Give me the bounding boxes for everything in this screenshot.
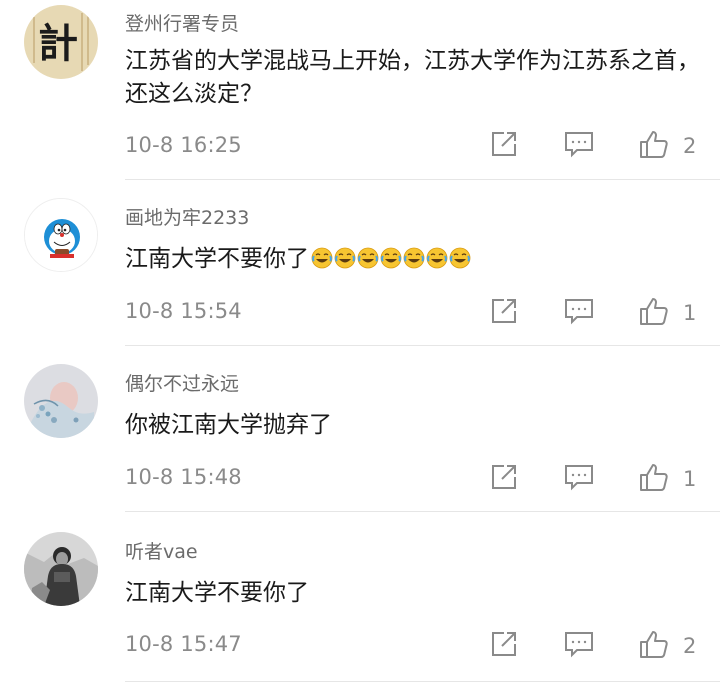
share-icon xyxy=(490,130,518,162)
reply-icon xyxy=(564,463,594,495)
comment-item: 計 登州行署专员 江苏省的大学混战马上开始，江苏大学作为江苏系之首，还这么淡定？… xyxy=(0,0,720,180)
share-button[interactable] xyxy=(490,630,518,662)
share-button[interactable] xyxy=(490,130,518,162)
share-icon xyxy=(490,630,518,662)
username[interactable]: 登州行署专员 xyxy=(125,9,239,36)
share-icon xyxy=(490,463,518,495)
emoji-row xyxy=(311,246,472,279)
comment-text-content: 江南大学不要你了 xyxy=(125,246,309,272)
avatar-calligraphy-glyph: 計 xyxy=(38,20,78,67)
like-button[interactable]: 2 xyxy=(639,629,696,663)
like-button[interactable]: 1 xyxy=(639,296,696,330)
comment-text: 江南大学不要你了 xyxy=(125,580,309,606)
comment-text: 江南大学不要你了 xyxy=(125,243,715,279)
reply-icon xyxy=(564,630,594,662)
username[interactable]: 画地为牢2233 xyxy=(125,203,249,230)
laugh-cry-emoji xyxy=(334,247,356,269)
thumbs-up-icon xyxy=(639,629,669,663)
comment-item: 听者vae 江南大学不要你了 10-8 15:47 2 xyxy=(0,512,720,682)
like-count: 1 xyxy=(683,467,697,491)
laugh-cry-emoji xyxy=(311,247,333,269)
floral-avatar[interactable] xyxy=(24,364,98,438)
share-button[interactable] xyxy=(490,463,518,495)
like-button[interactable]: 2 xyxy=(639,129,696,163)
laugh-cry-emoji xyxy=(449,247,471,269)
reply-button[interactable] xyxy=(564,463,594,495)
username[interactable]: 听者vae xyxy=(125,537,198,564)
calligraphy-avatar[interactable]: 計 xyxy=(24,5,98,79)
reply-button[interactable] xyxy=(564,297,594,329)
doraemon-avatar[interactable] xyxy=(24,198,98,272)
comment-list: 計 登州行署专员 江苏省的大学混战马上开始，江苏大学作为江苏系之首，还这么淡定？… xyxy=(0,0,720,682)
laugh-cry-emoji xyxy=(426,247,448,269)
laugh-cry-emoji xyxy=(380,247,402,269)
thumbs-up-icon xyxy=(639,462,669,496)
username[interactable]: 偶尔不过永远 xyxy=(125,369,239,396)
timestamp: 10-8 15:47 xyxy=(125,632,242,656)
share-button[interactable] xyxy=(490,297,518,329)
comment-text: 江苏省的大学混战马上开始，江苏大学作为江苏系之首，还这么淡定？ xyxy=(125,48,700,107)
thumbs-up-icon xyxy=(639,129,669,163)
reply-icon xyxy=(564,297,594,329)
timestamp: 10-8 15:48 xyxy=(125,465,242,489)
timestamp: 10-8 15:54 xyxy=(125,299,242,323)
timestamp: 10-8 16:25 xyxy=(125,133,242,157)
like-count: 2 xyxy=(683,634,697,658)
like-count: 1 xyxy=(683,301,697,325)
laugh-cry-emoji xyxy=(403,247,425,269)
reply-button[interactable] xyxy=(564,130,594,162)
reply-icon xyxy=(564,130,594,162)
like-count: 2 xyxy=(683,134,697,158)
thumbs-up-icon xyxy=(639,296,669,330)
reply-button[interactable] xyxy=(564,630,594,662)
comment-item: 画地为牢2233 江南大学不要你了 10-8 15:54 1 xyxy=(0,180,720,346)
person-photo-avatar[interactable] xyxy=(24,532,98,606)
share-icon xyxy=(490,297,518,329)
laugh-cry-emoji xyxy=(357,247,379,269)
like-button[interactable]: 1 xyxy=(639,462,696,496)
comment-item: 偶尔不过永远 你被江南大学抛弃了 10-8 15:48 1 xyxy=(0,346,720,512)
comment-text: 你被江南大学抛弃了 xyxy=(125,412,332,438)
